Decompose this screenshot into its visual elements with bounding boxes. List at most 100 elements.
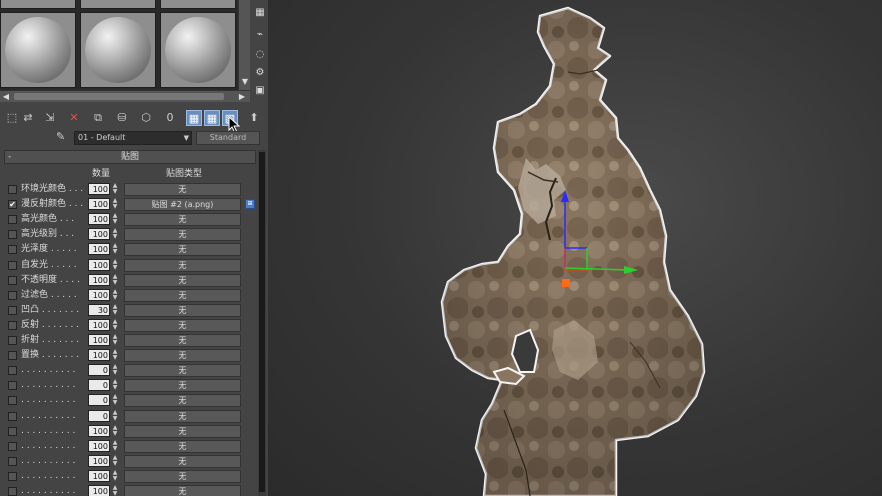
put-to-library-icon[interactable]: ⬡ [138, 110, 154, 126]
spinner-arrows-icon[interactable]: ▲ ▼ [111, 379, 119, 391]
map-slot-button[interactable]: 无 [124, 288, 241, 302]
assign-to-selection-icon[interactable]: ⇲ [42, 110, 58, 126]
spinner-arrows-icon[interactable]: ▲ ▼ [111, 485, 119, 496]
sample-slot-6[interactable] [160, 12, 236, 88]
spinner-arrows-icon[interactable]: ▲ ▼ [111, 349, 119, 361]
map-amount-spinner[interactable]: 100 [88, 183, 110, 195]
spinner-arrows-icon[interactable]: ▲ ▼ [111, 288, 119, 301]
scroll-left-icon[interactable]: ◀ [0, 91, 12, 103]
map-enable-checkbox[interactable] [8, 305, 17, 315]
map-amount-spinner[interactable]: 100 [88, 198, 110, 211]
map-slot-button[interactable]: 无 [124, 303, 241, 317]
spinner-arrows-icon[interactable]: ▲ ▼ [111, 198, 119, 210]
map-slot-button[interactable]: 无 [124, 439, 241, 453]
map-enable-checkbox[interactable] [8, 471, 17, 481]
map-slot-button[interactable]: 无 [124, 213, 241, 227]
maps-rollout-header[interactable]: - 贴图 [4, 150, 256, 164]
map-enable-checkbox[interactable]: ✔ [8, 200, 17, 210]
map-enable-checkbox[interactable] [8, 396, 17, 406]
map-slot-button[interactable]: 无 [124, 454, 241, 468]
map-enable-checkbox[interactable] [8, 487, 17, 496]
scroll-thumb[interactable] [259, 152, 265, 492]
map-amount-spinner[interactable]: 100 [88, 228, 110, 241]
map-amount-spinner[interactable]: 100 [88, 454, 110, 467]
make-unique-icon[interactable]: ⛁ [114, 110, 130, 126]
map-enable-checkbox[interactable] [8, 260, 17, 270]
spinner-arrows-icon[interactable]: ▲ ▼ [111, 273, 119, 286]
map-amount-spinner[interactable]: 100 [88, 469, 110, 482]
sample-uv-icon[interactable]: ◌ [252, 48, 268, 62]
map-amount-spinner[interactable]: 100 [88, 439, 110, 452]
spinner-arrows-icon[interactable]: ▲ ▼ [111, 454, 119, 467]
map-enable-checkbox[interactable] [8, 230, 17, 240]
map-enable-checkbox[interactable] [8, 411, 17, 421]
sample-slot-4[interactable] [0, 12, 76, 88]
map-slot-button[interactable]: 无 [124, 364, 241, 378]
spinner-arrows-icon[interactable]: ▲ ▼ [111, 303, 119, 316]
map-amount-spinner[interactable]: 0 [88, 394, 110, 407]
map-amount-spinner[interactable]: 100 [88, 213, 110, 226]
map-amount-spinner[interactable]: 100 [88, 258, 110, 271]
map-amount-spinner[interactable]: 100 [88, 318, 110, 331]
material-type-button[interactable]: Standard [196, 131, 260, 145]
spinner-arrows-icon[interactable]: ▲ ▼ [111, 409, 119, 422]
map-slot-button[interactable]: 无 [124, 228, 241, 242]
sample-slot-top-1[interactable] [0, 0, 76, 9]
show-shaded-map-icon[interactable]: ▦ [186, 110, 202, 126]
map-enable-checkbox[interactable] [8, 320, 17, 330]
show-hardware-map-icon[interactable]: ▦ [204, 110, 220, 126]
spinner-arrows-icon[interactable]: ▲ ▼ [111, 243, 119, 255]
video-icon[interactable]: ▣ [252, 84, 268, 98]
material-id-icon[interactable]: 0 [162, 110, 178, 126]
map-slot-button[interactable]: 无 [124, 318, 241, 332]
map-amount-spinner[interactable]: 30 [88, 303, 110, 316]
map-amount-spinner[interactable]: 0 [88, 364, 110, 377]
map-slot-button[interactable]: 无 [124, 243, 241, 257]
map-amount-spinner[interactable]: 100 [88, 273, 110, 286]
spinner-arrows-icon[interactable]: ▲ ▼ [111, 334, 119, 346]
map-slot-button[interactable]: 无 [124, 424, 241, 438]
spinner-arrows-icon[interactable]: ▲ ▼ [111, 439, 119, 452]
sample-slot-top-2[interactable] [80, 0, 156, 9]
material-name-dropdown[interactable]: 01 - Default ▼ [74, 131, 192, 145]
reset-map-icon[interactable]: ✕ [66, 110, 82, 126]
map-amount-spinner[interactable]: 100 [88, 485, 110, 496]
map-enable-checkbox[interactable] [8, 290, 17, 300]
map-slot-button[interactable]: 无 [124, 394, 241, 408]
sample-slot-top-3[interactable] [160, 0, 236, 9]
map-slot-button[interactable]: 无 [124, 273, 241, 287]
map-enable-checkbox[interactable] [8, 336, 17, 345]
map-enable-checkbox[interactable] [8, 275, 17, 285]
checker-icon[interactable]: ▦ [252, 6, 268, 20]
map-enable-checkbox[interactable] [8, 185, 17, 194]
scroll-down-icon[interactable]: ▼ [239, 76, 251, 88]
map-slot-button[interactable]: 无 [124, 409, 241, 423]
pipe-icon[interactable]: ⌁ [252, 28, 268, 42]
make-copy-icon[interactable]: ⧉ [90, 110, 106, 126]
spinner-arrows-icon[interactable]: ▲ ▼ [111, 228, 119, 240]
map-enable-checkbox[interactable] [8, 245, 17, 255]
map-slot-button[interactable]: 无 [124, 258, 241, 272]
map-amount-spinner[interactable]: 100 [88, 288, 110, 301]
map-slot-button[interactable]: 无 [124, 469, 241, 483]
spinner-arrows-icon[interactable]: ▲ ▼ [111, 364, 119, 376]
pivot-marker[interactable] [562, 279, 570, 287]
slots-horizontal-scrollbar[interactable]: ◀ ▶ [0, 90, 250, 102]
spinner-arrows-icon[interactable]: ▲ ▼ [111, 469, 119, 482]
map-slot-button[interactable]: 无 [124, 349, 241, 363]
map-amount-spinner[interactable]: 0 [88, 409, 110, 422]
spinner-arrows-icon[interactable]: ▲ ▼ [111, 318, 119, 331]
map-enable-checkbox[interactable] [8, 366, 17, 376]
map-amount-spinner[interactable]: 100 [88, 334, 110, 346]
map-amount-spinner[interactable]: 100 [88, 424, 110, 437]
spinner-arrows-icon[interactable]: ▲ ▼ [111, 183, 119, 195]
map-enable-checkbox[interactable] [8, 441, 17, 451]
map-enable-checkbox[interactable] [8, 456, 17, 466]
spinner-arrows-icon[interactable]: ▲ ▼ [111, 213, 119, 225]
map-tag-icon[interactable]: ⊞ [245, 199, 255, 210]
map-slot-button[interactable]: 无 [124, 183, 241, 196]
spinner-arrows-icon[interactable]: ▲ ▼ [111, 258, 119, 271]
eyedropper-icon[interactable]: ✎ [56, 130, 65, 143]
map-enable-checkbox[interactable] [8, 381, 17, 391]
options-icon[interactable]: ⚙ [252, 66, 268, 80]
